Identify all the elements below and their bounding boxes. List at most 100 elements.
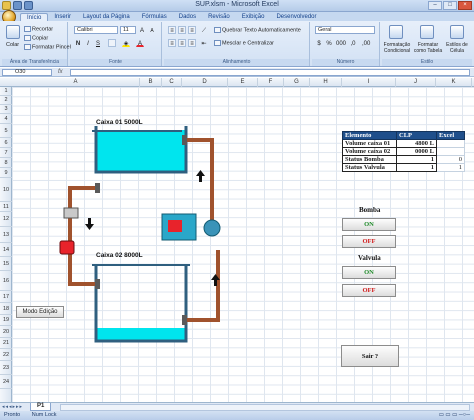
maximize-button[interactable]: □ bbox=[443, 1, 457, 10]
table-header-elemento: Elemento bbox=[342, 131, 397, 140]
flange bbox=[182, 135, 187, 145]
ribbon-tabs: Início Inserir Layout da Página Fórmulas… bbox=[0, 12, 474, 21]
name-box[interactable]: O30 bbox=[2, 69, 52, 76]
table-header-excel: Excel bbox=[436, 131, 465, 140]
align-top-icon[interactable]: ≡ bbox=[168, 26, 176, 34]
italic-icon[interactable]: I bbox=[84, 39, 92, 47]
flow-arrows bbox=[85, 170, 220, 286]
fx-icon[interactable]: fx bbox=[58, 69, 63, 75]
minimize-button[interactable]: – bbox=[428, 1, 442, 10]
format-table-icon[interactable] bbox=[420, 25, 434, 39]
flange bbox=[182, 315, 187, 325]
sheet-tab-p1[interactable]: P1 bbox=[30, 403, 52, 411]
row-excel-value[interactable] bbox=[436, 139, 465, 148]
format-table-button[interactable]: Formatar como Tabela bbox=[413, 42, 443, 54]
row-label[interactable]: Volume caixa 02 bbox=[342, 147, 397, 156]
bomba-off-button[interactable]: OFF bbox=[342, 235, 396, 248]
tab-desenvolvedor[interactable]: Desenvolvedor bbox=[270, 13, 322, 21]
tab-inicio[interactable]: Início bbox=[20, 13, 49, 21]
tab-revisao[interactable]: Revisão bbox=[202, 13, 236, 21]
row-label[interactable]: Volume caixa 01 bbox=[342, 139, 397, 148]
formula-input[interactable] bbox=[70, 69, 470, 76]
bold-icon[interactable]: N bbox=[74, 39, 82, 47]
cut-button[interactable]: Recortar bbox=[24, 26, 53, 32]
tab-dados[interactable]: Dados bbox=[173, 13, 202, 21]
row-clp-value[interactable]: 1 bbox=[396, 155, 437, 164]
tab-inserir[interactable]: Inserir bbox=[48, 13, 77, 21]
cell-styles-button[interactable]: Estilos de Célula bbox=[443, 42, 471, 54]
row-excel-value[interactable]: 1 bbox=[436, 163, 465, 172]
row-label[interactable]: Status Bomba bbox=[342, 155, 397, 164]
valve-actuator-icon bbox=[59, 240, 75, 255]
arrow-down-icon bbox=[85, 218, 94, 230]
increase-decimal-icon[interactable]: ,0 bbox=[349, 39, 357, 47]
thousands-icon[interactable]: 000 bbox=[335, 39, 346, 47]
valvula-off-button[interactable]: OFF bbox=[342, 284, 396, 297]
table-header-clp: CLP bbox=[396, 131, 437, 140]
align-right-icon[interactable]: ≡ bbox=[188, 39, 196, 47]
paste-icon[interactable] bbox=[6, 25, 20, 39]
font-group: Calibri 11 A A N I S ◈ A Fonte bbox=[70, 22, 162, 66]
bomba-on-button[interactable]: ON bbox=[342, 218, 396, 231]
underline-icon[interactable]: S bbox=[94, 39, 102, 47]
orientation-icon[interactable]: ⟋ bbox=[200, 26, 208, 34]
align-center-icon[interactable]: ≡ bbox=[178, 39, 186, 47]
grow-font-icon[interactable]: A bbox=[138, 26, 146, 34]
scissors-icon bbox=[24, 26, 31, 32]
wrap-text-button[interactable]: Quebrar Texto Automaticamente bbox=[214, 27, 301, 33]
sheet-nav-arrows-icon[interactable]: ◂◂◂▸▸▸ bbox=[2, 404, 23, 410]
merge-center-button[interactable]: Mesclar e Centralizar bbox=[214, 40, 274, 46]
window-controls: – □ × bbox=[428, 1, 472, 10]
shrink-font-icon[interactable]: A bbox=[148, 26, 156, 34]
align-middle-icon[interactable]: ≡ bbox=[178, 26, 186, 34]
number-group-title: Número bbox=[312, 59, 379, 66]
row-excel-value[interactable]: 0 bbox=[436, 155, 465, 164]
table-row: Volume caixa 01 4800 L bbox=[342, 139, 465, 148]
table-row: Status Bomba 1 0 bbox=[342, 155, 465, 164]
row-clp-value[interactable]: 4800 L bbox=[396, 139, 437, 148]
row-clp-value[interactable]: 1 bbox=[396, 163, 437, 172]
worksheet-grid[interactable]: A B C D E F G H I J K 1 2 3 4 5 6 7 8 9 … bbox=[0, 78, 474, 402]
font-color-icon[interactable]: A bbox=[136, 39, 144, 47]
pipe-valve-to-tank2 bbox=[68, 253, 96, 286]
font-group-title: Fonte bbox=[70, 59, 161, 66]
exit-button[interactable]: Sair ? bbox=[341, 345, 399, 367]
format-painter-button[interactable]: Formatar Pincel bbox=[24, 44, 71, 50]
indent-icon[interactable]: ⇤ bbox=[200, 39, 208, 47]
copy-button[interactable]: Copiar bbox=[24, 35, 48, 41]
wrap-icon bbox=[214, 27, 221, 33]
currency-icon[interactable]: $ bbox=[315, 39, 323, 47]
valvula-on-button[interactable]: ON bbox=[342, 266, 396, 279]
row-clp-value[interactable]: 0000 L bbox=[396, 147, 437, 156]
alignment-group: ≡ ≡ ≡ ⟋ Quebrar Texto Automaticamente ≡ … bbox=[164, 22, 310, 66]
pump-motor-indicator bbox=[168, 220, 182, 232]
borders-icon[interactable] bbox=[108, 39, 116, 47]
percent-icon[interactable]: % bbox=[325, 39, 333, 47]
zoom-slider[interactable]: ▭ ▭ ▭ ─○─ bbox=[439, 411, 470, 420]
close-button[interactable]: × bbox=[458, 1, 472, 10]
tab-exibicao[interactable]: Exibição bbox=[236, 13, 271, 21]
status-ready: Pronto bbox=[4, 412, 21, 418]
edit-mode-button[interactable]: Modo Edição bbox=[16, 306, 64, 318]
merge-icon bbox=[214, 40, 221, 46]
paste-button[interactable]: Colar bbox=[6, 42, 19, 48]
conditional-format-button[interactable]: Formatação Condicional bbox=[382, 42, 412, 54]
tab-layout[interactable]: Layout da Página bbox=[77, 13, 136, 21]
cell-styles-icon[interactable] bbox=[450, 25, 464, 39]
status-num-lock: Num Lock bbox=[31, 412, 57, 418]
tab-formulas[interactable]: Fórmulas bbox=[136, 13, 173, 21]
bomba-title: Bomba bbox=[359, 206, 381, 214]
row-excel-value[interactable] bbox=[436, 147, 465, 156]
align-bottom-icon[interactable]: ≡ bbox=[188, 26, 196, 34]
fill-color-icon[interactable]: ◈ bbox=[122, 39, 130, 47]
tank2-lid bbox=[92, 264, 190, 266]
horizontal-scrollbar[interactable] bbox=[60, 404, 470, 411]
font-name-combo[interactable]: Calibri bbox=[74, 26, 118, 34]
window-title: SUP.xlsm - Microsoft Excel bbox=[195, 1, 279, 8]
conditional-format-icon[interactable] bbox=[389, 25, 403, 39]
align-left-icon[interactable]: ≡ bbox=[168, 39, 176, 47]
font-size-combo[interactable]: 11 bbox=[120, 26, 136, 34]
decrease-decimal-icon[interactable]: ,00 bbox=[361, 39, 370, 47]
number-format-combo[interactable]: Geral bbox=[315, 26, 375, 34]
row-label[interactable]: Status Valvula bbox=[342, 163, 397, 172]
